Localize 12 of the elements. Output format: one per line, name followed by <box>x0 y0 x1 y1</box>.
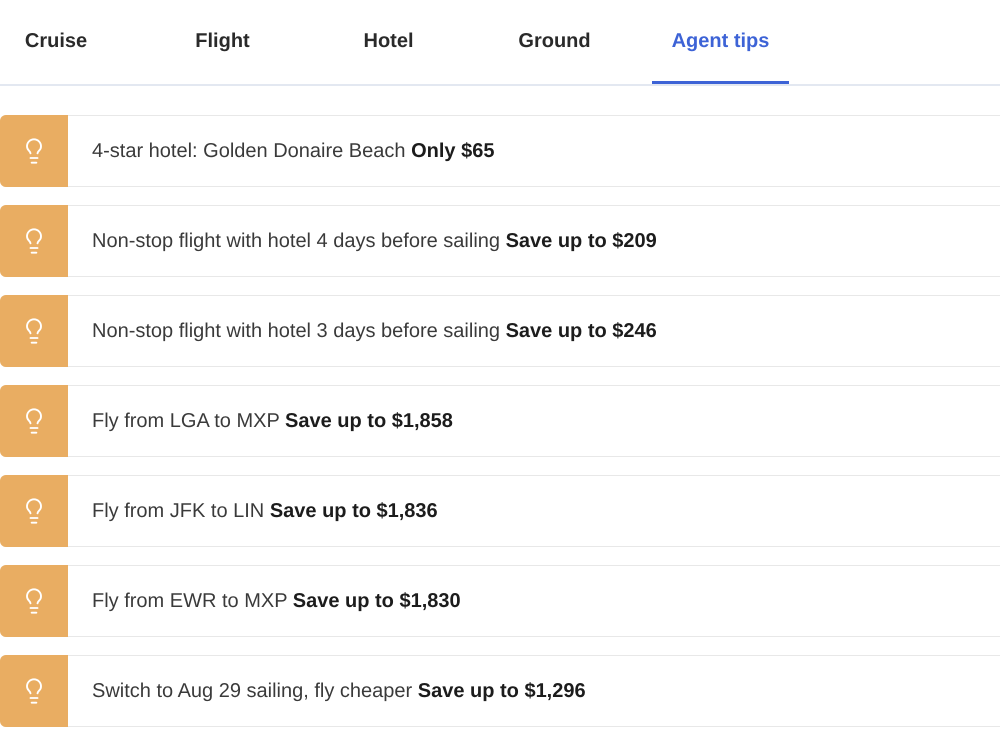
tab[interactable]: Flight <box>154 0 291 84</box>
tab[interactable]: Ground <box>486 0 623 84</box>
tab[interactable]: Agent tips <box>652 0 789 84</box>
tip-text: Fly from JFK to LIN Save up to $1,836 <box>91 499 438 524</box>
tip-text: Non-stop flight with hotel 3 days before sailing Save up to $246 <box>91 319 657 344</box>
tip-text: Switch to Aug 29 sailing, fly cheaper Save up to $1,296 <box>91 679 586 704</box>
tip-text: 4-star hotel: Golden Donaire Beach Only $65 <box>91 139 494 164</box>
tab[interactable]: Hotel <box>320 0 457 84</box>
tip-text: Fly from EWR to MXP Save up to $1,830 <box>91 589 461 614</box>
tip-text: Fly from LGA to MXP Save up to $1,858 <box>91 409 453 434</box>
tip-text: Non-stop flight with hotel 4 days before sailing Save up to $209 <box>91 229 657 254</box>
tab[interactable]: Cruise <box>0 0 112 84</box>
